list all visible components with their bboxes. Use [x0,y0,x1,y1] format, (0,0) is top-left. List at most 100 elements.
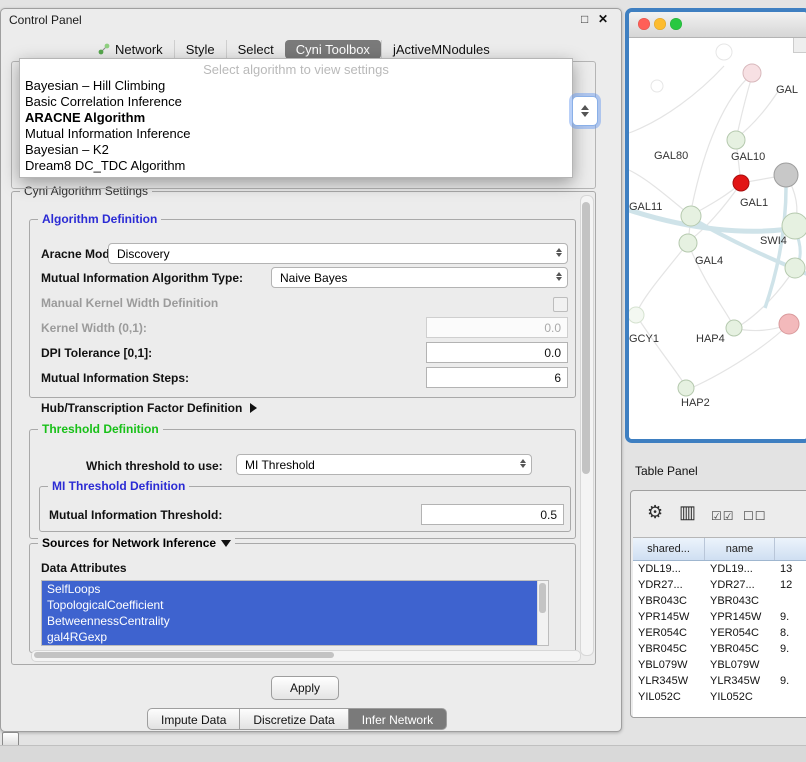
cell [775,689,806,705]
aracne-mode-select[interactable]: Discovery [108,243,568,264]
node-label: HAP4 [696,333,725,345]
gear-icon[interactable]: ⚙ [647,503,663,521]
dropdown-item[interactable]: Mutual Information Inference [20,126,572,142]
list-item[interactable]: BetweennessCentrality [42,613,548,629]
deselect-all-checkboxes-icon[interactable]: ☐☐ [743,507,767,525]
node-label: GAL1 [740,197,768,209]
node[interactable] [785,258,805,278]
list-item[interactable]: TopologicalCoefficient [42,597,548,613]
node[interactable] [651,80,663,92]
network-window-titlebar[interactable] [629,12,806,38]
table-row[interactable]: YDR27... YDR27... 12 [633,577,806,593]
dropdown-item-selected[interactable]: ARACNE Algorithm [20,110,572,126]
cell: 9. [775,609,806,625]
hub-definition-toggle[interactable]: Hub/Transcription Factor Definition [41,401,257,415]
list-item[interactable]: gal4RGexp [42,629,548,645]
tab-label: Network [115,42,163,57]
combo-value: MI Threshold [245,458,315,472]
data-attributes-list: SelfLoops TopologicalCoefficient Between… [41,580,549,646]
network-view-window: GAL GAL80 GAL10 GAL11 GAL1 SWI4 GAL4 GCY… [625,8,806,443]
table-row[interactable]: YPR145W YPR145W 9. [633,609,806,625]
tab-cyni-toolbox[interactable]: Cyni Toolbox [285,40,381,59]
zoom-traffic-icon[interactable] [670,18,682,30]
node[interactable] [678,380,694,396]
table-row[interactable]: YDL19... YDL19... 13 [633,561,806,577]
minimize-traffic-icon[interactable] [654,18,666,30]
node[interactable] [743,64,761,82]
network-canvas[interactable]: GAL GAL80 GAL10 GAL11 GAL1 SWI4 GAL4 GCY… [629,38,806,440]
node[interactable] [727,131,745,149]
combo-value: Discovery [117,247,170,261]
kernel-width-field[interactable] [426,317,568,338]
node[interactable] [779,314,799,334]
settings-vertical-scrollbar[interactable] [580,195,594,656]
mi-type-select[interactable]: Naive Bayes [271,267,568,288]
table-row[interactable]: YBR045C YBR045C 9. [633,641,806,657]
table-row[interactable]: YIL052C YIL052C [633,689,806,705]
node[interactable] [681,206,701,226]
tab-jactivemnodules[interactable]: jActiveMNodules [381,40,501,59]
scrollbar-thumb[interactable] [34,652,334,658]
groupbox-title: MI Threshold Definition [48,479,189,493]
table-row[interactable]: YER054C YER054C 8. [633,625,806,641]
node[interactable] [679,234,697,252]
settings-horizontal-scrollbar[interactable] [31,650,581,662]
cell: YBR043C [633,593,705,609]
dropdown-item[interactable]: Dream8 DC_TDC Algorithm [20,158,572,174]
dropdown-item[interactable]: Bayesian – K2 [20,142,572,158]
cell: YPR145W [705,609,775,625]
algorithm-select-button[interactable] [572,96,598,126]
tab-discretize-data[interactable]: Discretize Data [240,708,348,730]
column-header-shared-name[interactable]: shared... [633,538,705,560]
dropdown-item[interactable]: Bayesian – Hill Climbing [20,78,572,94]
cell: YBL079W [633,657,705,673]
node[interactable] [774,163,798,187]
bottom-tab-bar: Impute Data Discretize Data Infer Networ… [147,708,447,730]
close-icon[interactable]: ✕ [598,12,608,26]
node-selected-red[interactable] [733,175,749,191]
which-threshold-select[interactable]: MI Threshold [236,454,532,475]
groupbox-title: Algorithm Definition [38,212,161,226]
control-panel-window: Control Panel □ ✕ Network Style Select C… [0,8,622,732]
table-row[interactable]: YBR043C YBR043C [633,593,806,609]
apply-button[interactable]: Apply [271,676,339,700]
table-row[interactable]: YBL079W YBL079W [633,657,806,673]
select-all-checkboxes-icon[interactable]: ☑☑ [711,507,735,525]
columns-icon[interactable]: ▥ [679,503,696,521]
dropdown-item[interactable]: Basic Correlation Inference [20,94,572,110]
manual-kernel-checkbox[interactable] [553,297,568,312]
node[interactable] [629,307,644,323]
algorithm-dropdown: Select algorithm to view settings Bayesi… [19,58,573,178]
tab-select[interactable]: Select [226,40,285,59]
column-header-name[interactable]: name [705,538,775,560]
dpi-tolerance-field[interactable] [426,342,568,363]
sources-toggle[interactable]: Sources for Network Inference [38,536,235,550]
tab-label: Style [186,42,215,57]
tab-style[interactable]: Style [174,40,226,59]
tab-network[interactable]: Network [87,40,174,59]
close-traffic-icon[interactable] [638,18,650,30]
node-label: GCY1 [629,333,659,345]
minimize-icon[interactable]: □ [581,12,588,26]
cell: YER054C [705,625,775,641]
list-item[interactable]: SelfLoops [42,581,548,597]
scrollbar-thumb[interactable] [539,583,546,613]
status-bar [0,745,806,762]
scrollbar-thumb[interactable] [582,202,590,474]
cell [775,657,806,673]
column-header-clipped[interactable] [775,538,806,560]
node[interactable] [716,44,732,60]
cell: YDR27... [705,577,775,593]
list-scrollbar[interactable] [537,581,548,645]
node[interactable] [726,320,742,336]
mi-threshold-field[interactable] [421,504,564,525]
desktop: Control Panel □ ✕ Network Style Select C… [0,0,806,762]
tab-infer-network[interactable]: Infer Network [349,708,447,730]
mi-steps-field[interactable] [426,367,568,388]
groupbox-title: Threshold Definition [38,422,163,436]
spinner-down-icon [581,112,589,117]
cell: YIL052C [633,689,705,705]
cell: YBR043C [705,593,775,609]
tab-impute-data[interactable]: Impute Data [147,708,240,730]
table-row[interactable]: YLR345W YLR345W 9. [633,673,806,689]
